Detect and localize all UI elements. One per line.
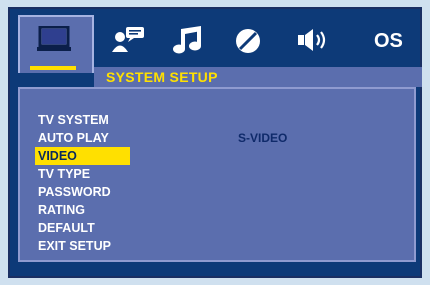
menu-item-exit-setup[interactable]: EXIT SETUP	[35, 237, 158, 255]
active-tab-underline	[30, 66, 76, 70]
menu-item-default[interactable]: DEFAULT	[35, 219, 158, 237]
title-bar: SYSTEM SETUP	[94, 67, 422, 87]
menu-item-video[interactable]: VIDEO	[35, 147, 130, 165]
person-speech-icon[interactable]	[110, 25, 146, 58]
tab-os[interactable]: OS	[374, 30, 403, 53]
page-title: SYSTEM SETUP	[106, 69, 218, 85]
menu-item-auto-play[interactable]: AUTO PLAY	[35, 129, 158, 147]
menu-item-password[interactable]: PASSWORD	[35, 183, 158, 201]
setup-menu: TV SYSTEM AUTO PLAY VIDEO TV TYPE PASSWO…	[35, 111, 158, 255]
settings-panel: TV SYSTEM AUTO PLAY VIDEO TV TYPE PASSWO…	[18, 87, 416, 262]
speaker-icon[interactable]	[297, 27, 333, 58]
menu-item-rating[interactable]: RATING	[35, 201, 158, 219]
menu-item-tv-type[interactable]: TV TYPE	[35, 165, 158, 183]
selected-option-value[interactable]: S-VIDEO	[238, 131, 287, 145]
tab-bar: OS	[10, 9, 420, 73]
monitor-icon[interactable]	[37, 25, 71, 59]
disc-icon[interactable]	[234, 27, 262, 60]
setup-window: OS SYSTEM SETUP TV SYSTEM AUTO PLAY VIDE…	[8, 7, 422, 278]
menu-item-tv-system[interactable]: TV SYSTEM	[35, 111, 158, 129]
music-note-icon[interactable]	[172, 25, 204, 60]
